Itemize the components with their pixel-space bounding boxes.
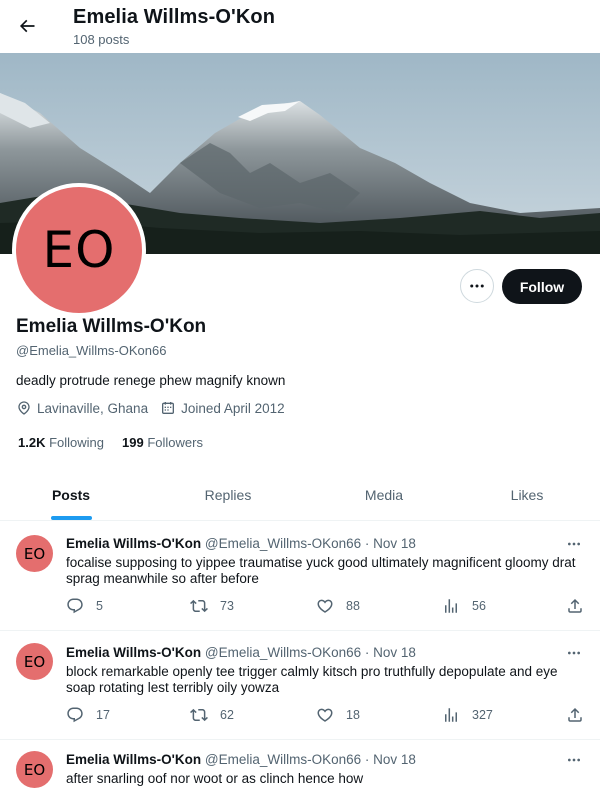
tweet-more-button[interactable]: [564, 750, 584, 770]
tweet-meta: @Emelia_Willms-OKon66 · Nov 18: [204, 752, 416, 767]
views-button[interactable]: 327: [442, 706, 493, 724]
tweet-meta: @Emelia_Willms-OKon66 · Nov 18: [204, 536, 416, 551]
profile-joined: Joined April 2012: [160, 400, 285, 416]
retweet-button[interactable]: 62: [190, 706, 234, 724]
views-count: 56: [472, 599, 486, 613]
share-icon: [568, 707, 582, 722]
like-count: 88: [346, 599, 360, 613]
tweet-meta: @Emelia_Willms-OKon66 · Nov 18: [204, 645, 416, 660]
tweet[interactable]: EO Emelia Willms-O'Kon @Emelia_Willms-OK…: [0, 740, 600, 800]
share-button[interactable]: [566, 706, 596, 724]
tab-posts-label: Posts: [51, 487, 91, 503]
tweet-avatar[interactable]: EO: [16, 535, 53, 572]
views-count: 327: [472, 708, 493, 722]
retweet-button[interactable]: 73: [190, 597, 234, 615]
location-text: Lavinaville, Ghana: [37, 400, 149, 416]
tweet-author-name[interactable]: Emelia Willms-O'Kon: [66, 752, 201, 767]
tweet[interactable]: EO Emelia Willms-O'Kon @Emelia_Willms-OK…: [0, 631, 600, 740]
arrow-left-icon: [19, 19, 35, 33]
analytics-icon: [445, 708, 457, 722]
tweet-text: after snarling oof nor woot or as clinch…: [66, 771, 364, 786]
followers-label: Followers: [147, 435, 203, 450]
tweet-more-button[interactable]: [564, 534, 584, 554]
profile-meta: Lavinaville, Ghana Joined April 2012: [16, 400, 297, 416]
views-button[interactable]: 56: [442, 597, 486, 615]
like-button[interactable]: 18: [316, 706, 360, 724]
header-title: Emelia Willms-O'Kon: [73, 6, 276, 28]
tab-media[interactable]: Media: [314, 470, 454, 520]
retweet-icon: [190, 599, 208, 613]
tweet-avatar[interactable]: EO: [16, 751, 53, 788]
followers-count: 199: [122, 435, 144, 450]
tweet-author-name[interactable]: Emelia Willms-O'Kon: [66, 536, 201, 551]
reply-count: 17: [96, 708, 110, 722]
back-button[interactable]: [10, 9, 44, 43]
follow-stats: 1.2K Following 199 Followers: [18, 435, 221, 450]
profile-bio: deadly protrude renege phew magnify know…: [16, 373, 286, 388]
retweet-icon: [190, 708, 208, 722]
like-button[interactable]: 88: [316, 597, 360, 615]
more-options-button[interactable]: [460, 269, 494, 303]
tweet-text: block remarkable openly tee trigger calm…: [66, 664, 558, 695]
tab-replies-label: Replies: [204, 487, 252, 503]
profile-avatar[interactable]: EO: [12, 183, 146, 317]
tab-likes-label: Likes: [510, 487, 544, 503]
tweet[interactable]: EO Emelia Willms-O'Kon @Emelia_Willms-OK…: [0, 521, 600, 631]
heart-icon: [317, 599, 333, 613]
reply-count: 5: [96, 599, 103, 613]
tweet-actions: 17 62 18 327: [66, 706, 586, 726]
more-horizontal-icon: [568, 758, 580, 762]
tweet-avatar[interactable]: EO: [16, 643, 53, 680]
tab-posts[interactable]: Posts: [0, 470, 142, 520]
header-posts-count: 108 posts: [73, 32, 130, 47]
profile-handle: @Emelia_Willms-OKon66: [16, 343, 167, 358]
reply-button[interactable]: 5: [66, 597, 103, 615]
retweet-count: 62: [220, 708, 234, 722]
heart-icon: [317, 708, 333, 722]
retweet-count: 73: [220, 599, 234, 613]
more-horizontal-icon: [568, 542, 580, 546]
location-pin-icon: [18, 401, 30, 415]
like-count: 18: [346, 708, 360, 722]
share-button[interactable]: [566, 597, 596, 615]
tweet-header: Emelia Willms-O'Kon @Emelia_Willms-OKon6…: [66, 536, 416, 551]
share-icon: [568, 598, 582, 613]
analytics-icon: [445, 599, 457, 613]
more-horizontal-icon: [470, 284, 484, 288]
tweet-actions: 5 73 88 56: [66, 597, 586, 617]
profile-name: Emelia Willms-O'Kon: [16, 316, 207, 337]
top-bar: Emelia Willms-O'Kon 108 posts: [0, 0, 600, 53]
tab-media-label: Media: [364, 487, 404, 503]
calendar-icon: [162, 402, 175, 414]
more-horizontal-icon: [568, 651, 580, 655]
active-tab-indicator: [51, 516, 92, 520]
tab-replies[interactable]: Replies: [142, 470, 314, 520]
following-label: Following: [49, 435, 105, 450]
tweet-text: focalise supposing to yippee traumatise …: [66, 555, 576, 586]
reply-icon: [67, 707, 83, 723]
profile-tabs: Posts Replies Media Likes: [0, 470, 600, 521]
tweet-header: Emelia Willms-O'Kon @Emelia_Willms-OKon6…: [66, 645, 416, 660]
tweet-author-name[interactable]: Emelia Willms-O'Kon: [66, 645, 201, 660]
tab-likes[interactable]: Likes: [454, 470, 600, 520]
tweet-more-button[interactable]: [564, 643, 584, 663]
joined-text: Joined April 2012: [181, 400, 285, 416]
tweet-header: Emelia Willms-O'Kon @Emelia_Willms-OKon6…: [66, 752, 416, 767]
following-count: 1.2K: [18, 435, 46, 450]
avatar-initials: EO: [42, 221, 116, 279]
profile-location: Lavinaville, Ghana: [16, 400, 148, 416]
reply-button[interactable]: 17: [66, 706, 110, 724]
reply-icon: [67, 598, 83, 614]
followers-link[interactable]: 199 Followers: [122, 435, 203, 450]
following-link[interactable]: 1.2K Following: [18, 435, 104, 450]
follow-button[interactable]: Follow: [502, 269, 582, 304]
